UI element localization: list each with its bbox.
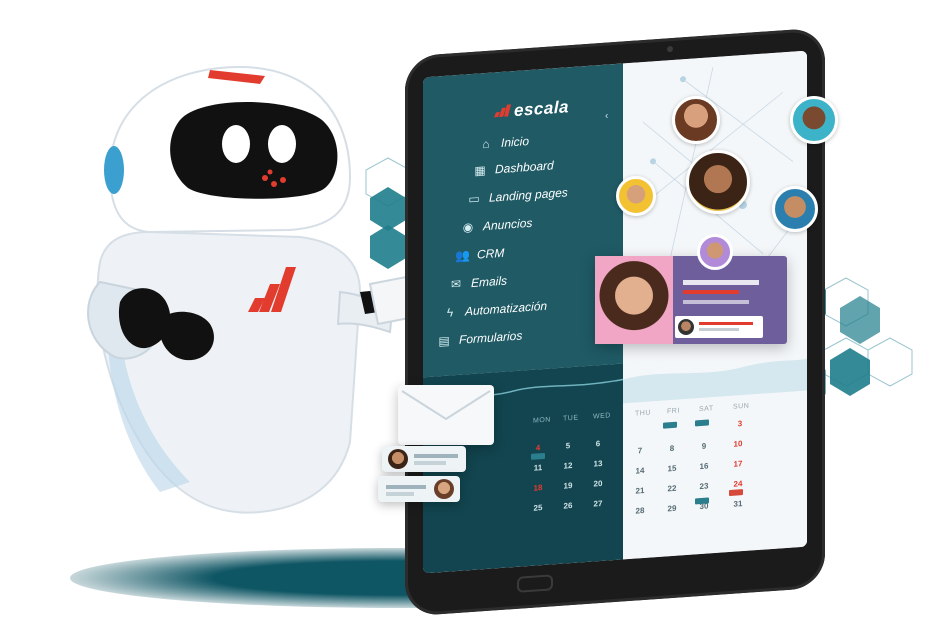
weekday-header: FRI: [667, 407, 680, 416]
sidebar: escala ‹ ⌂ Inicio ▦ Dashboard ▭ Landing …: [423, 63, 623, 378]
calendar-day[interactable]: 14: [633, 466, 647, 476]
calendar-day[interactable]: 17: [731, 459, 745, 469]
calendar-day[interactable]: 26: [561, 501, 575, 511]
text-placeholder-line: [699, 328, 739, 331]
calendar-day[interactable]: 22: [665, 484, 679, 494]
avatar-woman-1: [672, 96, 720, 144]
calendar-day[interactable]: 21: [633, 486, 647, 496]
mail-icon: ✉: [450, 276, 462, 292]
calendar-day[interactable]: 4: [531, 443, 545, 453]
megaphone-icon: ◉: [462, 219, 474, 235]
home-icon: ⌂: [482, 136, 490, 152]
lightning-icon: ϟ: [446, 305, 454, 320]
sidebar-item-label: Landing pages: [489, 185, 568, 205]
calendar-day[interactable]: 6: [591, 439, 605, 449]
event-marker: [729, 489, 743, 497]
sidebar-item-automatizacion[interactable]: ϟ Automatización: [443, 299, 547, 320]
profile-card: [595, 234, 787, 344]
calendar-day[interactable]: 20: [591, 479, 605, 489]
avatar-man-1: [790, 96, 838, 144]
calendar-day[interactable]: 18: [531, 483, 545, 493]
sidebar-item-label: Inicio: [501, 134, 530, 150]
email-envelope-icon: [398, 385, 494, 445]
sidebar-item-label: Formularios: [459, 328, 523, 347]
calendar-day[interactable]: 23: [697, 481, 711, 491]
text-placeholder-line: [683, 280, 759, 285]
calendar-day[interactable]: 28: [633, 506, 647, 516]
mini-contact-card: [675, 316, 763, 338]
brand-logo: escala: [493, 97, 569, 122]
text-placeholder-line: [683, 300, 749, 304]
sidebar-item-label: Automatización: [465, 298, 548, 319]
avatar-man-3: [772, 186, 818, 232]
text-placeholder-line: [386, 485, 426, 489]
avatar-small: [678, 319, 694, 335]
calendar-day[interactable]: 3: [733, 419, 747, 429]
chat-message-card: [382, 446, 466, 472]
chat-message-card: [378, 476, 460, 502]
event-marker: [531, 452, 545, 460]
sidebar-item-label: Anuncios: [483, 215, 533, 234]
calendar-day[interactable]: 8: [665, 444, 679, 454]
sidebar-item-inicio[interactable]: ⌂ Inicio: [479, 134, 529, 151]
text-placeholder-line: [414, 454, 458, 458]
sidebar-item-anuncios[interactable]: ◉ Anuncios: [461, 215, 533, 235]
calendar-day[interactable]: 27: [591, 499, 605, 509]
weekday-header: MON: [533, 416, 551, 425]
event-marker: [663, 421, 677, 429]
calendar-day[interactable]: 13: [591, 459, 605, 469]
dashboard-icon: ▦: [474, 163, 486, 178]
calendar-right-pane: THU FRI SAT SUN 3 7 8 9 10 14 15 16 17 2…: [623, 350, 807, 560]
avatar-woman-3: [697, 234, 733, 270]
sidebar-item-label: CRM: [477, 245, 505, 262]
event-marker: [695, 497, 709, 505]
calendar-day[interactable]: 10: [731, 439, 745, 449]
users-icon: 👥: [455, 248, 470, 264]
sidebar-item-dashboard[interactable]: ▦ Dashboard: [473, 158, 554, 178]
calendar-day[interactable]: 15: [665, 464, 679, 474]
avatar-man-2: [616, 176, 656, 216]
avatar-small: [434, 479, 454, 499]
calendar-day[interactable]: 12: [561, 461, 575, 471]
weekday-header: WED: [593, 412, 611, 421]
profile-photo: [595, 256, 673, 344]
sidebar-item-formularios[interactable]: ▤ Formularios: [437, 328, 522, 348]
calendar-day[interactable]: 9: [697, 441, 711, 451]
calendar-day[interactable]: 19: [561, 481, 575, 491]
weekday-header: THU: [635, 409, 651, 418]
sidebar-item-crm[interactable]: 👥 CRM: [455, 246, 504, 263]
sidebar-item-landing-pages[interactable]: ▭ Landing pages: [467, 185, 568, 207]
text-placeholder-line: [386, 492, 414, 496]
calendar-day[interactable]: 29: [665, 504, 679, 514]
collapse-chevron-icon[interactable]: ‹: [605, 110, 608, 121]
calendar-day[interactable]: 31: [731, 499, 745, 509]
avatar-small: [388, 449, 408, 469]
logo-text: escala: [514, 97, 569, 121]
sidebar-item-label: Dashboard: [495, 158, 554, 177]
sidebar-item-label: Emails: [471, 273, 508, 291]
weekday-header: SUN: [733, 402, 750, 411]
text-placeholder-line: [699, 322, 753, 325]
weekday-header: SAT: [699, 405, 714, 414]
bar-chart-logo-icon: [493, 101, 511, 122]
home-button[interactable]: [517, 574, 553, 593]
calendar-day[interactable]: 25: [531, 503, 545, 513]
event-marker: [695, 419, 709, 427]
illustration-scene: escala ‹ ⌂ Inicio ▦ Dashboard ▭ Landing …: [0, 0, 942, 642]
calendar-day[interactable]: 16: [697, 461, 711, 471]
landing-page-icon: ▭: [468, 191, 480, 207]
text-placeholder-line: [683, 290, 739, 294]
form-icon: ▤: [438, 333, 450, 349]
weekday-header: TUE: [563, 414, 579, 423]
text-placeholder-line: [414, 461, 446, 465]
sidebar-item-emails[interactable]: ✉ Emails: [449, 274, 507, 292]
calendar-day[interactable]: 7: [633, 446, 647, 456]
calendar-day[interactable]: 24: [731, 479, 745, 489]
calendar-day[interactable]: 11: [531, 463, 545, 473]
calendar-day[interactable]: 5: [561, 441, 575, 451]
avatar-woman-2: [686, 150, 750, 214]
